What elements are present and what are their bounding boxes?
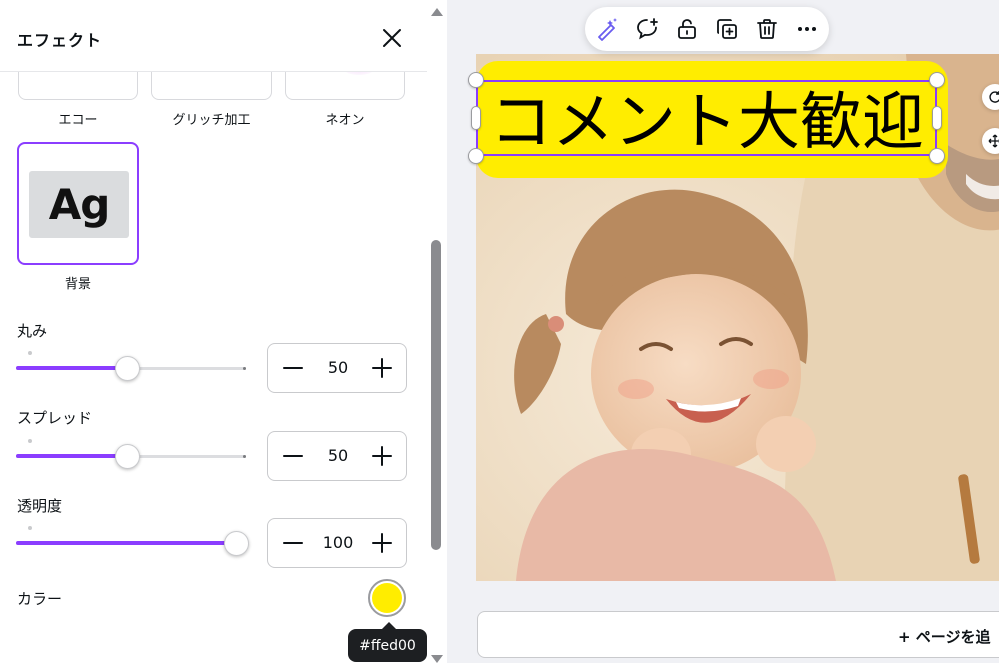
plus-icon [372,533,392,553]
background-preview: Ag [29,171,129,238]
slider-fill [16,541,236,545]
panel-header: エフェクト [0,0,427,72]
slider-thumb[interactable] [115,356,140,381]
more-options-button[interactable] [793,15,821,43]
slider-end-dot [243,455,246,458]
panel-scrollbar[interactable] [428,0,445,663]
scroll-thumb[interactable] [431,240,441,550]
increment-button[interactable] [367,528,397,558]
comment-icon [637,18,658,40]
roundness-label: 丸み [17,322,48,340]
decrement-button[interactable] [278,441,308,471]
decrement-button[interactable] [278,353,308,383]
close-icon [383,29,401,47]
minus-icon [283,542,303,544]
move-icon [988,134,999,148]
unlock-icon [678,19,696,39]
canvas-text-element[interactable]: コメント大歓迎 [490,84,924,160]
roundness-stepper: 50 [267,343,407,393]
plus-icon [372,446,392,466]
slider-thumb[interactable] [115,444,140,469]
color-label: カラー [17,590,63,608]
slider-end-dot [243,367,246,370]
delete-button[interactable] [753,15,781,43]
tooltip-arrow [382,622,396,629]
increment-button[interactable] [367,441,397,471]
minus-icon [283,367,303,369]
duplicate-icon [717,19,737,39]
slider-thumb[interactable] [224,531,249,556]
minus-icon [283,455,303,457]
resize-handle-bottom-left[interactable] [468,148,484,164]
scroll-down-arrow-icon[interactable] [431,655,443,663]
effect-glitch-label: グリッチ加工 [172,113,251,128]
decrement-button[interactable] [278,528,308,558]
magic-edit-button[interactable] [593,15,621,43]
add-page-label: + ページを追 [898,628,991,646]
duplicate-button[interactable] [713,15,741,43]
unlock-button[interactable] [673,15,701,43]
effect-background-tile[interactable]: Ag [17,142,139,265]
add-page-button[interactable]: + ページを追 [477,611,999,658]
resize-handle-left[interactable] [471,106,481,130]
effects-panel: エフェクト エコー グリッチ加工 ネオン Ag 背景 丸み 50 スプレッド 5… [0,0,447,663]
scroll-up-arrow-icon[interactable] [431,8,443,16]
more-icon [798,27,816,31]
resize-handle-top-left[interactable] [468,72,484,88]
spread-label: スプレッド [17,409,93,427]
color-tooltip: #ffed00 [348,629,427,662]
spread-stepper: 50 [267,431,407,481]
resize-handle-top-right[interactable] [929,72,945,88]
color-swatch-fill [372,583,402,613]
color-swatch-button[interactable] [368,579,406,617]
effect-background-label: 背景 [64,277,91,292]
spread-slider[interactable] [16,439,248,469]
rotate-icon [989,91,999,103]
close-button[interactable] [376,22,408,54]
slider-dot [28,439,32,443]
panel-title: エフェクト [17,31,103,50]
resize-handle-right[interactable] [932,106,942,130]
effect-echo-label: エコー [58,113,98,128]
magic-edit-icon [598,18,617,41]
slider-fill [16,366,127,370]
element-toolbar [585,7,829,51]
comment-button[interactable] [633,15,661,43]
effect-neon-label: ネオン [325,113,365,128]
transparency-slider[interactable] [16,526,249,556]
slider-fill [16,454,127,458]
plus-icon [372,358,392,378]
slider-dot [28,351,32,355]
transparency-label: 透明度 [17,497,63,515]
transparency-value[interactable]: 100 [308,533,368,552]
resize-handle-bottom-right[interactable] [929,148,945,164]
roundness-value[interactable]: 50 [308,358,368,377]
transparency-stepper: 100 [267,518,407,568]
roundness-slider[interactable] [16,351,248,381]
spread-value[interactable]: 50 [308,446,368,465]
trash-icon [757,19,777,39]
increment-button[interactable] [367,353,397,383]
slider-dot [28,526,32,530]
